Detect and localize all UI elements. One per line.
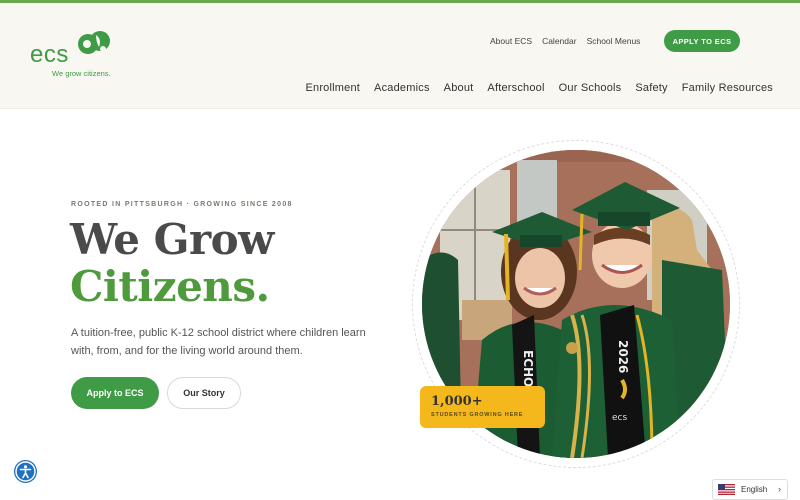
ecs-logo[interactable]: ecs We grow citizens. <box>30 29 130 81</box>
logo-leaf-icon <box>78 31 110 54</box>
stole-logo: ecs <box>612 413 627 423</box>
accessibility-icon[interactable] <box>14 460 37 483</box>
apply-header-button[interactable]: APPLY TO ECS <box>664 30 740 52</box>
utility-nav: About ECS Calendar School Menus <box>490 36 650 46</box>
stole-text-right: 2026 <box>616 340 630 373</box>
nav-item-family-resources[interactable]: Family Resources <box>682 82 773 94</box>
hero-description: A tuition-free, public K-12 school distr… <box>71 327 366 357</box>
stat-badge: 1,000+ STUDENTS GROWING HERE <box>420 386 545 428</box>
hero-title-line2: Citizens. <box>70 262 270 311</box>
nav-item-safety[interactable]: Safety <box>635 82 667 94</box>
nav-item-our-schools[interactable]: Our Schools <box>559 82 622 94</box>
nav-item-about[interactable]: About <box>444 82 474 94</box>
our-story-button[interactable]: Our Story <box>167 377 241 409</box>
util-link-about-ecs[interactable]: About ECS <box>490 36 532 46</box>
us-flag-icon <box>718 484 735 495</box>
language-label: English <box>741 485 768 494</box>
hero-title-line1: We Grow <box>70 215 274 264</box>
util-link-school-menus[interactable]: School Menus <box>587 36 641 46</box>
stole-text-left: ECHO <box>521 350 535 387</box>
hero-eyebrow: ROOTED IN PITTSBURGH · GROWING SINCE 200… <box>71 201 293 208</box>
apply-button[interactable]: Apply to ECS <box>71 377 159 409</box>
site-header: ecs We grow citizens. About ECS Calendar… <box>0 3 800 109</box>
logo-wordmark: ecs <box>30 41 69 68</box>
nav-item-academics[interactable]: Academics <box>374 82 430 94</box>
stat-number: 1,000+ <box>431 394 483 409</box>
stat-label: STUDENTS GROWING HERE <box>431 412 524 418</box>
util-link-calendar[interactable]: Calendar <box>542 36 577 46</box>
chevron-right-icon: › <box>778 484 781 494</box>
nav-item-afterschool[interactable]: Afterschool <box>487 82 544 94</box>
main-nav: Enrollment Academics About Afterschool O… <box>291 82 773 94</box>
nav-item-enrollment[interactable]: Enrollment <box>305 82 360 94</box>
logo-tagline: We grow citizens. <box>52 69 111 78</box>
language-selector[interactable]: English › <box>712 479 788 500</box>
